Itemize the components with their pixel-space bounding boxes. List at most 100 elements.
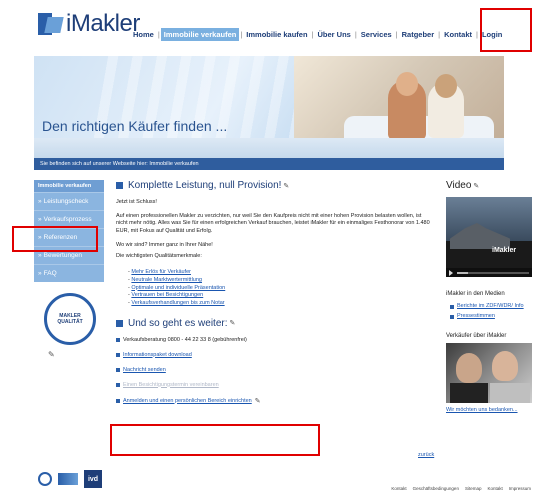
feature-link[interactable]: Mehr Erlös für Verkäufer (131, 269, 191, 275)
register-link[interactable]: Anmelden und einen persönlichen Bereich … (123, 398, 252, 404)
edit-pencil-icon[interactable]: ✎ (230, 319, 236, 327)
nav-kontakt[interactable]: Kontakt (441, 28, 475, 41)
footer-link-kontakt[interactable]: Kontakt (391, 486, 406, 491)
list-item: Berichte im ZDF/WDR/ Info (450, 303, 538, 310)
footer-links: Kontakt Geschäftsbedingungen Sitemap Kon… (391, 486, 531, 491)
feature-link[interactable]: Verkaufsverhandlungen bis zum Notar (131, 300, 224, 306)
square-bullet-icon (116, 398, 120, 403)
nav-ueber-uns[interactable]: Über Uns (315, 28, 354, 41)
seller-title: Verkäufer über iMakler (446, 332, 507, 339)
bvfi-logo-icon (58, 473, 78, 485)
square-bullet-icon (116, 352, 120, 357)
list-item: - Neutrale Marktwertermittlung (128, 276, 202, 283)
list-item: - Optimale und individuelle Präsentation (128, 284, 226, 291)
footer-link-impressum[interactable]: Impressum (509, 486, 531, 491)
main-content: Komplette Leistung, null Provision! ✎ Je… (116, 180, 434, 414)
play-icon[interactable] (449, 269, 453, 276)
square-bullet-icon (116, 337, 120, 342)
question-quality: Die wichtigsten Qualitätsmerkmale: (116, 253, 202, 260)
back-link[interactable]: zurück (418, 452, 434, 458)
intro-text: Jetzt ist Schluss! (116, 199, 157, 205)
nav-immobilie-verkaufen[interactable]: Immobilie verkaufen (160, 27, 240, 41)
list-item: Einen Besichtigungstermin vereinbaren (116, 382, 434, 388)
leftnav-item-label: FAQ (43, 270, 57, 277)
footer-link-sitemap[interactable]: Sitemap (465, 486, 482, 491)
hero-head-man (396, 72, 418, 96)
square-bullet-icon (450, 315, 454, 320)
next-steps-list: Verkaufsberatung 0800 - 44 22 33 8 (gebü… (116, 337, 434, 405)
square-bullet-icon (450, 305, 454, 309)
feature-link[interactable]: Optimale und individuelle Präsentation (131, 285, 225, 291)
square-bullet-icon (116, 319, 123, 327)
feature-list: - Mehr Erlös für Verkäufer - Neutrale Ma… (128, 269, 434, 307)
list-item: Wir möchten uns bedanken... (446, 407, 538, 414)
phone-hotline-text: Verkaufsberatung 0800 - 44 22 33 8 (gebü… (123, 336, 247, 343)
section-heading-leistung: Komplette Leistung, null Provision! ✎ (116, 180, 434, 191)
tuev-seal-icon (38, 472, 52, 486)
edit-pencil-icon[interactable]: ✎ (283, 182, 289, 190)
feature-link[interactable]: Vertrauen bei Besichtigungen (131, 292, 203, 298)
square-bullet-icon (116, 367, 120, 372)
video-progress-bar[interactable] (457, 271, 529, 274)
list-item: - Vertrauen bei Besichtigungen (128, 292, 204, 299)
zdf-wdr-link[interactable]: Berichte im ZDF/WDR/ Info (457, 303, 524, 310)
photo-woman-shirt (490, 382, 530, 403)
info-download-link[interactable]: Informationspaket download (123, 352, 192, 358)
nav-ratgeber[interactable]: Ratgeber (399, 28, 438, 41)
heading-text: Komplette Leistung, null Provision! (128, 180, 282, 191)
media-title: iMakler in den Medien (446, 291, 505, 297)
seller-links: Wir möchten uns bedanken... (446, 407, 538, 414)
top-navigation: Home | Immobilie verkaufen | Immobilie k… (130, 26, 505, 42)
thanks-link[interactable]: Wir möchten uns bedanken... (446, 407, 518, 414)
list-item: - Verkaufsverhandlungen bis zum Notar (128, 299, 225, 306)
video-player[interactable]: iMakler (446, 197, 532, 277)
list-item: Nachricht senden (116, 367, 434, 373)
leftnav-item-leistungscheck[interactable]: » Leistungscheck (34, 192, 104, 210)
leftnav-item-label: Bewertungen (43, 252, 82, 259)
edit-pencil-icon[interactable]: ✎ (255, 397, 261, 405)
hero-head-woman (435, 74, 457, 98)
right-column: Video ✎ iMakler iMakler in den Medien Ber… (446, 180, 538, 414)
feature-link[interactable]: Neutrale Marktwertermittlung (131, 277, 202, 283)
footer-logos: ivd (38, 470, 102, 488)
heading-text: Und so geht es weiter: (128, 317, 228, 329)
square-bullet-icon (116, 182, 123, 189)
intro-paragraph: Auf einen professionellen Makler zu verz… (116, 212, 430, 235)
video-logo: iMakler (492, 247, 517, 254)
list-item: Informationspaket download (116, 352, 434, 358)
edit-pencil-icon[interactable]: ✎ (48, 350, 55, 359)
annotation-box-anmelden (110, 424, 320, 456)
leftnav-heading[interactable]: Immobilie verkaufen (34, 180, 104, 192)
edit-pencil-icon[interactable]: ✎ (473, 183, 479, 190)
chevron-right-icon: » (38, 216, 42, 223)
logo-mark-icon (38, 11, 64, 37)
annotation-box-referenzen (12, 226, 98, 252)
square-bullet-icon (116, 382, 120, 387)
nav-home[interactable]: Home (130, 28, 157, 41)
photo-woman-face (492, 350, 518, 381)
appointment-link[interactable]: Einen Besichtigungstermin vereinbaren (123, 382, 219, 388)
leftnav-item-faq[interactable]: » FAQ (34, 264, 104, 282)
chevron-right-icon: » (38, 198, 42, 205)
photo-man-suit (450, 382, 488, 403)
video-title-text: Video (446, 180, 472, 191)
brand-name: iMakler (66, 10, 140, 37)
ivd-logo: ivd (84, 470, 102, 488)
press-link[interactable]: Pressestimmen (457, 313, 495, 320)
brand-logo[interactable]: iMakler (38, 10, 140, 38)
list-item: - Mehr Erlös für Verkäufer (128, 269, 191, 276)
footer-link-agb[interactable]: Geschäftsbedingungen (413, 486, 459, 491)
video-controls (446, 268, 532, 277)
nav-services[interactable]: Services (358, 28, 395, 41)
section-heading-weiter: Und so geht es weiter: ✎ (116, 318, 434, 329)
quality-seal: MAKLER QUALITÄT (44, 293, 96, 345)
video-title: Video ✎ (446, 180, 538, 191)
photo-man-face (456, 352, 482, 383)
footer-link-kontakt-2[interactable]: Kontakt (487, 486, 502, 491)
chevron-right-icon: » (38, 270, 42, 277)
send-message-link[interactable]: Nachricht senden (123, 367, 166, 373)
chevron-right-icon: » (38, 252, 42, 259)
nav-immobilie-kaufen[interactable]: Immobilie kaufen (243, 28, 310, 41)
list-item: Anmelden und einen persönlichen Bereich … (116, 397, 434, 405)
media-links: Berichte im ZDF/WDR/ Info Pressestimmen (450, 303, 538, 321)
